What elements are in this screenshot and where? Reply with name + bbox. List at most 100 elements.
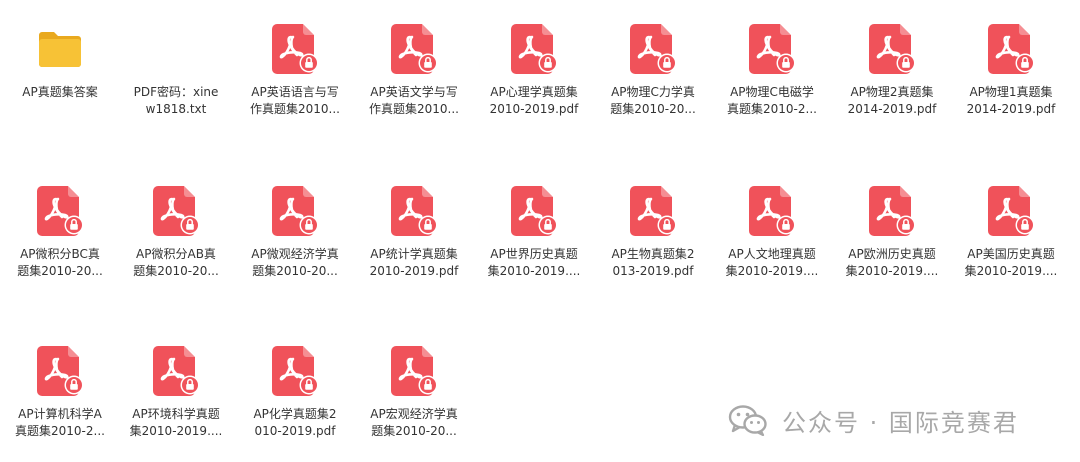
file-name-line2: 题集2010-20... <box>133 264 219 278</box>
file-name: AP英语语言与写 作真题集2010... <box>240 84 350 118</box>
pdf-icon <box>272 346 318 396</box>
file-item[interactable]: AP物理C电磁学 真题集2010-2... <box>717 0 827 140</box>
folder-item[interactable]: AP真题集答案 <box>5 0 115 140</box>
file-name-line2: 真题集2010-2... <box>727 102 817 116</box>
file-name: AP微积分AB真 题集2010-20... <box>121 246 231 280</box>
pdf-icon <box>511 24 557 74</box>
pdf-icon <box>749 186 795 236</box>
file-name: AP环境科学真题 集2010-2019.... <box>121 406 231 440</box>
file-name-line1: AP人文地理真题 <box>728 247 816 261</box>
file-name: AP计算机科学A 真题集2010-2... <box>5 406 115 440</box>
file-item[interactable]: AP计算机科学A 真题集2010-2... <box>5 322 115 462</box>
file-name: AP物理C电磁学 真题集2010-2... <box>717 84 827 118</box>
pdf-icon <box>391 186 437 236</box>
file-name-line1: AP生物真题集2 <box>611 247 695 261</box>
file-name-line1: AP世界历史真题 <box>490 247 578 261</box>
file-name-line2: 作真题集2010... <box>369 102 459 116</box>
file-name-line1: AP心理学真题集 <box>490 85 578 99</box>
pdf-icon <box>869 186 915 236</box>
file-item[interactable]: AP物理C力学真 题集2010-20... <box>598 0 708 140</box>
file-item[interactable]: AP人文地理真题 集2010-2019.... <box>717 162 827 302</box>
file-item[interactable]: AP欧洲历史真题 集2010-2019.... <box>837 162 947 302</box>
pdf-icon <box>988 186 1034 236</box>
file-name-line2: 2014-2019.pdf <box>847 102 937 116</box>
file-name-line1: AP微积分AB真 <box>136 247 216 261</box>
file-item[interactable]: AP生物真题集2 013-2019.pdf <box>598 162 708 302</box>
pdf-icon <box>391 24 437 74</box>
file-name: AP人文地理真题 集2010-2019.... <box>717 246 827 280</box>
file-name-line2: 2010-2019.pdf <box>369 264 459 278</box>
file-name-line1: AP计算机科学A <box>18 407 102 421</box>
file-item[interactable]: AP化学真题集2 010-2019.pdf <box>240 322 350 462</box>
file-name: AP宏观经济学真 题集2010-20... <box>359 406 469 440</box>
file-name-line1: AP真题集答案 <box>22 85 98 99</box>
pdf-icon <box>391 346 437 396</box>
file-name-line1: AP物理C电磁学 <box>730 85 814 99</box>
file-name-line2: 集2010-2019.... <box>487 264 581 278</box>
file-name-line2: 013-2019.pdf <box>612 264 694 278</box>
file-name-line2: 题集2010-20... <box>610 102 696 116</box>
file-name-line1: AP宏观经济学真 <box>370 407 458 421</box>
pdf-icon <box>869 24 915 74</box>
watermark: 公众号 · 国际竞赛君 <box>728 402 1019 438</box>
file-name: AP生物真题集2 013-2019.pdf <box>598 246 708 280</box>
file-name-line1: AP物理2真题集 <box>850 85 934 99</box>
file-item[interactable]: AP微观经济学真 题集2010-20... <box>240 162 350 302</box>
file-item[interactable]: AP物理1真题集 2014-2019.pdf <box>956 0 1066 140</box>
file-name: AP美国历史真题 集2010-2019.... <box>956 246 1066 280</box>
file-name: AP心理学真题集 2010-2019.pdf <box>479 84 589 118</box>
file-name-line1: AP欧洲历史真题 <box>848 247 936 261</box>
file-name-line2: 题集2010-20... <box>252 264 338 278</box>
pdf-icon <box>37 186 83 236</box>
file-name: AP微积分BC真 题集2010-20... <box>5 246 115 280</box>
pdf-icon <box>153 186 199 236</box>
file-name: AP微观经济学真 题集2010-20... <box>240 246 350 280</box>
file-name-line1: AP环境科学真题 <box>132 407 220 421</box>
file-name-line1: AP英语语言与写 <box>251 85 339 99</box>
file-name-line2: w1818.txt <box>145 102 207 116</box>
pdf-icon <box>272 24 318 74</box>
file-name: AP欧洲历史真题 集2010-2019.... <box>837 246 947 280</box>
wechat-icon <box>728 404 768 437</box>
file-name: AP化学真题集2 010-2019.pdf <box>240 406 350 440</box>
file-name: AP英语文学与写 作真题集2010... <box>359 84 469 118</box>
file-name-line2: 集2010-2019.... <box>725 264 819 278</box>
file-item[interactable]: AP美国历史真题 集2010-2019.... <box>956 162 1066 302</box>
file-grid: AP真题集答案 PDF密码：xine w1818.txt AP英语语言与写 作真题集2… <box>0 0 1080 462</box>
pdf-icon <box>749 24 795 74</box>
file-item[interactable]: AP英语语言与写 作真题集2010... <box>240 0 350 140</box>
file-name: AP物理C力学真 题集2010-20... <box>598 84 708 118</box>
watermark-text: 公众号 · 国际竞赛君 <box>782 408 1019 437</box>
pdf-icon <box>37 346 83 396</box>
file-name-line2: 2010-2019.pdf <box>489 102 579 116</box>
file-name: PDF密码：xine w1818.txt <box>121 84 231 118</box>
file-name: AP物理1真题集 2014-2019.pdf <box>956 84 1066 118</box>
file-name: AP统计学真题集 2010-2019.pdf <box>359 246 469 280</box>
file-name-line1: PDF密码：xine <box>133 85 219 99</box>
file-name-line2: 作真题集2010... <box>250 102 340 116</box>
pdf-icon <box>630 186 676 236</box>
file-name-line1: AP统计学真题集 <box>370 247 458 261</box>
file-item[interactable]: PDF密码：xine w1818.txt <box>121 0 231 140</box>
file-item[interactable]: AP微积分AB真 题集2010-20... <box>121 162 231 302</box>
file-name-line2: 010-2019.pdf <box>254 424 336 438</box>
file-name-line2: 题集2010-20... <box>17 264 103 278</box>
file-name-line2: 集2010-2019.... <box>129 424 223 438</box>
file-item[interactable]: AP统计学真题集 2010-2019.pdf <box>359 162 469 302</box>
file-item[interactable]: AP微积分BC真 题集2010-20... <box>5 162 115 302</box>
file-name-line2: 集2010-2019.... <box>845 264 939 278</box>
file-name-line1: AP物理1真题集 <box>969 85 1053 99</box>
file-name-line2: 题集2010-20... <box>371 424 457 438</box>
file-item[interactable]: AP世界历史真题 集2010-2019.... <box>479 162 589 302</box>
pdf-icon <box>630 24 676 74</box>
file-item[interactable]: AP物理2真题集 2014-2019.pdf <box>837 0 947 140</box>
file-name-line1: AP化学真题集2 <box>253 407 337 421</box>
file-item[interactable]: AP英语文学与写 作真题集2010... <box>359 0 469 140</box>
file-item[interactable]: AP环境科学真题 集2010-2019.... <box>121 322 231 462</box>
file-name-line2: 真题集2010-2... <box>15 424 105 438</box>
file-name-line1: AP微观经济学真 <box>251 247 339 261</box>
file-name-line1: AP英语文学与写 <box>370 85 458 99</box>
file-name-line1: AP物理C力学真 <box>611 85 695 99</box>
file-item[interactable]: AP心理学真题集 2010-2019.pdf <box>479 0 589 140</box>
file-item[interactable]: AP宏观经济学真 题集2010-20... <box>359 322 469 462</box>
